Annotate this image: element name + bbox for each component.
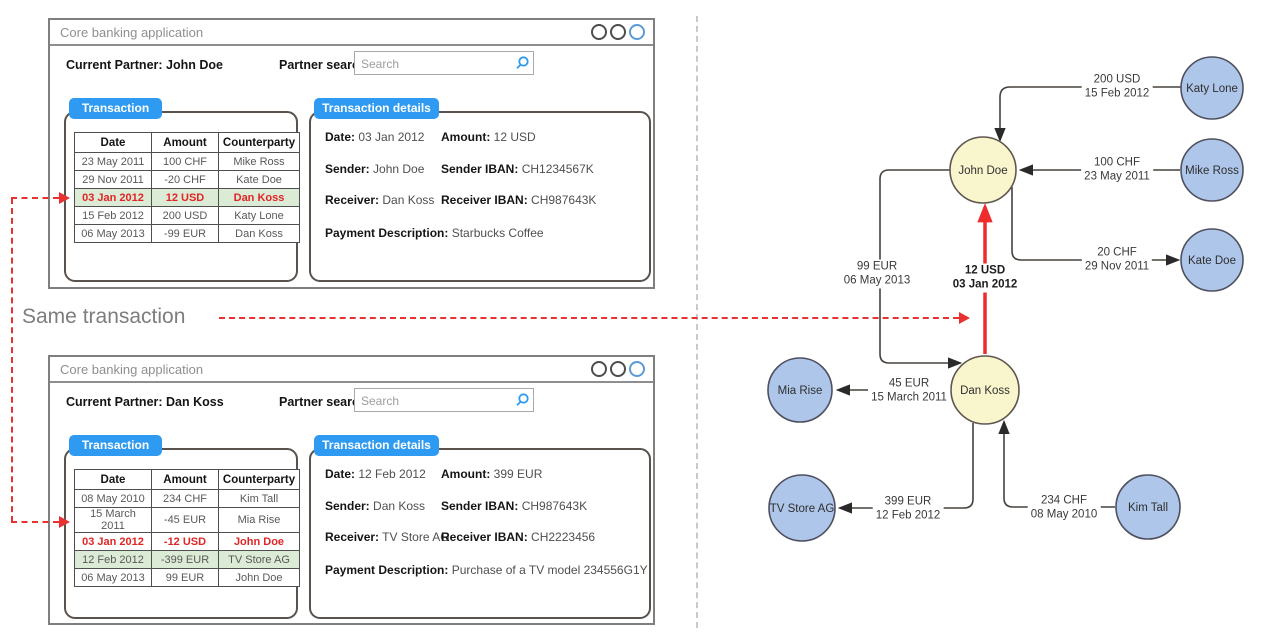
figure-canvas: John Doe Dan Koss Katy Lone Mike Ross Ka…	[0, 0, 1269, 641]
edge-label-12-usd-highlighted: 12 USD03 Jan 2012	[950, 264, 1021, 293]
detail-date: Date: 12 Feb 2012	[325, 467, 426, 481]
table-row[interactable]: 29 Nov 2011-20 CHFKate Doe	[75, 171, 300, 189]
table-row[interactable]: 15 March 2011-45 EURMia Rise	[75, 508, 300, 533]
detail-sender-iban: Sender IBAN: CH1234567K	[441, 162, 594, 176]
column-header-counterparty: Counterparty	[219, 470, 300, 490]
edge-label-45-eur: 45 EUR15 March 2011	[868, 377, 950, 406]
same-transaction-connector-vertical	[11, 198, 13, 522]
table-row[interactable]: 06 May 201399 EURJohn Doe	[75, 569, 300, 587]
same-transaction-connector-bottom	[11, 521, 59, 523]
arrow-to-dan-koss-row	[59, 516, 70, 528]
detail-amount: Amount: 399 EUR	[441, 467, 542, 481]
node-kim-tall-label: Kim Tall	[1128, 502, 1168, 514]
tab-transaction-details[interactable]: Transaction details	[314, 435, 439, 456]
detail-sender: Sender: Dan Koss	[325, 499, 425, 513]
transaction-table: Date Amount Counterparty 08 May 2010234 …	[74, 469, 300, 587]
tab-transaction[interactable]: Transaction	[69, 98, 162, 119]
detail-date: Date: 03 Jan 2012	[325, 130, 424, 144]
section-divider	[696, 16, 698, 628]
tab-transaction[interactable]: Transaction	[69, 435, 162, 456]
detail-receiver-iban: Receiver IBAN: CH987643K	[441, 193, 596, 207]
node-mia-rise-label: Mia Rise	[778, 385, 823, 397]
same-transaction-label: Same transaction	[22, 305, 185, 329]
node-mike-ross-label: Mike Ross	[1185, 165, 1239, 177]
table-header-row: Date Amount Counterparty	[75, 470, 300, 490]
edge-label-20-chf: 20 CHF29 Nov 2011	[1082, 246, 1152, 275]
tab-transaction-details[interactable]: Transaction details	[314, 98, 439, 119]
node-dan-koss-label: Dan Koss	[960, 385, 1010, 397]
detail-receiver-iban: Receiver IBAN: CH2223456	[441, 530, 595, 544]
edge-label-399-eur: 399 EUR12 Feb 2012	[873, 495, 944, 524]
detail-amount: Amount: 12 USD	[441, 130, 536, 144]
table-row-highlighted-same-transaction[interactable]: 03 Jan 201212 USDDan Koss	[75, 189, 300, 207]
transaction-table: Date Amount Counterparty 23 May 2011100 …	[74, 132, 300, 243]
table-row[interactable]: 08 May 2010234 CHFKim Tall	[75, 490, 300, 508]
column-header-date: Date	[75, 470, 152, 490]
node-john-doe-label: John Doe	[958, 165, 1007, 177]
detail-receiver: Receiver: TV Store AG	[325, 530, 450, 544]
table-row-highlighted-same-transaction[interactable]: 03 Jan 2012-12 USDJohn Doe	[75, 533, 300, 551]
arrow-to-graph-edge	[959, 312, 970, 324]
edge-label-200-usd: 200 USD15 Feb 2012	[1082, 73, 1153, 102]
table-header-row: Date Amount Counterparty	[75, 133, 300, 153]
column-header-amount: Amount	[152, 470, 219, 490]
table-row-selected[interactable]: 12 Feb 2012-399 EURTV Store AG	[75, 551, 300, 569]
edge-label-234-chf: 234 CHF08 May 2010	[1028, 494, 1101, 523]
detail-payment-description: Payment Description: Starbucks Coffee	[325, 226, 544, 240]
detail-sender: Sender: John Doe	[325, 162, 424, 176]
node-katy-lone-label: Katy Lone	[1186, 83, 1238, 95]
node-kate-doe-label: Kate Doe	[1188, 255, 1236, 267]
detail-sender-iban: Sender IBAN: CH987643K	[441, 499, 587, 513]
column-header-date: Date	[75, 133, 152, 153]
column-header-amount: Amount	[152, 133, 219, 153]
edge-label-100-chf: 100 CHF23 May 2011	[1081, 156, 1153, 185]
detail-payment-description: Payment Description: Purchase of a TV mo…	[325, 563, 648, 577]
column-header-counterparty: Counterparty	[219, 133, 300, 153]
detail-receiver: Receiver: Dan Koss	[325, 193, 434, 207]
edge-label-99-eur: 99 EUR06 May 2013	[841, 260, 914, 289]
same-transaction-connector-to-graph	[219, 317, 959, 319]
table-row[interactable]: 06 May 2013-99 EURDan Koss	[75, 225, 300, 243]
table-row[interactable]: 23 May 2011100 CHFMike Ross	[75, 153, 300, 171]
node-tv-store-ag-label: TV Store AG	[770, 503, 835, 515]
same-transaction-connector-top	[11, 197, 59, 199]
arrow-to-john-doe-row	[59, 192, 70, 204]
table-row[interactable]: 15 Feb 2012200 USDKaty Lone	[75, 207, 300, 225]
